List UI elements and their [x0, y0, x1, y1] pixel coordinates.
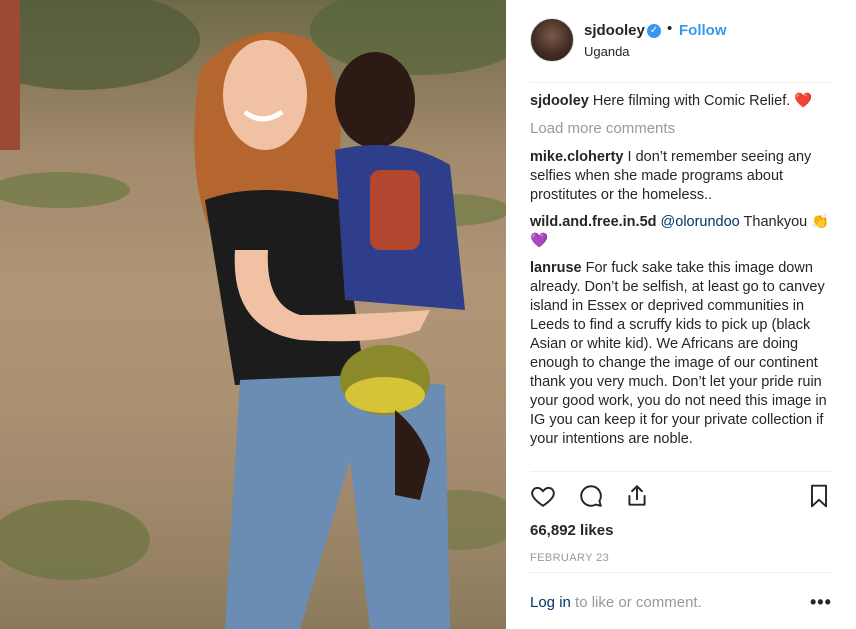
follow-button[interactable]: Follow [679, 22, 727, 39]
login-prompt-text: to like or comment. [570, 594, 702, 611]
divider [530, 572, 832, 573]
divider [530, 471, 832, 472]
comment-bubble-icon[interactable] [578, 483, 606, 511]
location-link[interactable]: Uganda [584, 44, 630, 59]
post-actions [530, 483, 832, 513]
avatar[interactable] [530, 18, 574, 62]
comment-username[interactable]: lanruse [530, 260, 582, 276]
login-prompt: Log in to like or comment. [530, 594, 702, 611]
heart-icon[interactable] [530, 483, 558, 511]
username-link[interactable]: sjdooley [584, 22, 645, 39]
comment-item: wild.and.free.in.5d @olorundoo Thankyou … [530, 213, 836, 251]
photo-illustration [0, 0, 506, 629]
divider [530, 82, 832, 83]
bookmark-icon[interactable] [806, 483, 834, 511]
comment-text: For fuck sake take this image down alrea… [530, 260, 827, 447]
comment-item: mike.cloherty I don’t remember seeing an… [530, 148, 836, 205]
login-link[interactable]: Log in [530, 594, 571, 611]
comment-item: lanruse For fuck sake take this image do… [530, 259, 836, 449]
post-header: sjdooley ✓ • Follow Uganda [530, 18, 830, 68]
load-more-comments-button[interactable]: Load more comments [530, 119, 836, 138]
more-options-icon[interactable]: ••• [810, 592, 832, 613]
share-icon[interactable] [624, 483, 652, 511]
post-date[interactable]: FEBRUARY 23 [530, 552, 609, 564]
verified-badge-icon: ✓ [647, 24, 661, 38]
comment-username[interactable]: wild.and.free.in.5d [530, 214, 657, 230]
header-separator: • [667, 20, 673, 37]
mention-link[interactable]: @olorundoo [661, 214, 740, 230]
comment-username[interactable]: mike.cloherty [530, 149, 624, 165]
post-photo[interactable] [0, 0, 506, 629]
comment-username[interactable]: sjdooley [530, 93, 589, 109]
comment-text: Here filming with Comic Relief. ❤️ [592, 93, 813, 109]
likes-count[interactable]: 66,892 likes [530, 522, 613, 539]
post-side-panel: sjdooley ✓ • Follow Uganda sjdooley Here… [506, 0, 856, 629]
comments-list: sjdooley Here filming with Comic Relief.… [530, 92, 836, 457]
caption: sjdooley Here filming with Comic Relief.… [530, 92, 836, 111]
